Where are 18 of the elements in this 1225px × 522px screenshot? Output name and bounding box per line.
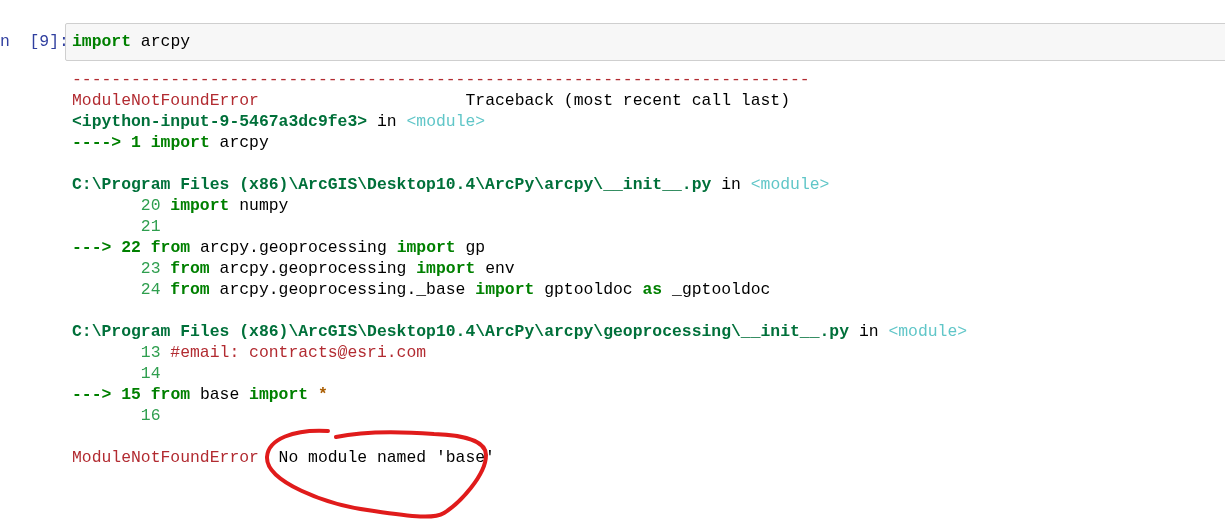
traceback-line: 14 xyxy=(139,363,161,384)
traceback-line: C:\Program Files (x86)\ArcGIS\Desktop10.4\ArcPy\arcpy\geoprocessing\__init__.py in <module> xyxy=(72,321,968,342)
traceback-line: <ipython-input-9-5467a3dc9fe3> in <module> xyxy=(72,111,486,132)
traceback-line: ModuleNotFoundError Traceback (most recent call last) xyxy=(72,90,791,111)
traceback-line: ----> 1 import arcpy xyxy=(72,132,269,153)
traceback-line: ---> 15 from base import * xyxy=(72,384,328,405)
traceback-line: 16 xyxy=(139,405,161,426)
traceback-line: C:\Program Files (x86)\ArcGIS\Desktop10.4\ArcPy\arcpy\__init__.py in <module> xyxy=(72,174,830,195)
traceback-line: ---> 22 from arcpy.geoprocessing import gp xyxy=(72,237,486,258)
code-line: import arcpy xyxy=(72,31,191,52)
traceback-line: 13 #email: contracts@esri.com xyxy=(139,342,427,363)
traceback-line: 20 import numpy xyxy=(139,195,289,216)
traceback-line: --------------------------------------------------------------------------- xyxy=(72,69,810,90)
code-cell[interactable]: import arcpy xyxy=(65,23,1225,61)
traceback-line: 24 from arcpy.geoprocessing._base import gptooldoc as _gptooldoc xyxy=(139,279,771,300)
cell-prompt: n [9]: xyxy=(0,31,65,53)
traceback-line: 21 xyxy=(139,216,161,237)
traceback-line: 23 from arcpy.geoprocessing import env xyxy=(139,258,515,279)
